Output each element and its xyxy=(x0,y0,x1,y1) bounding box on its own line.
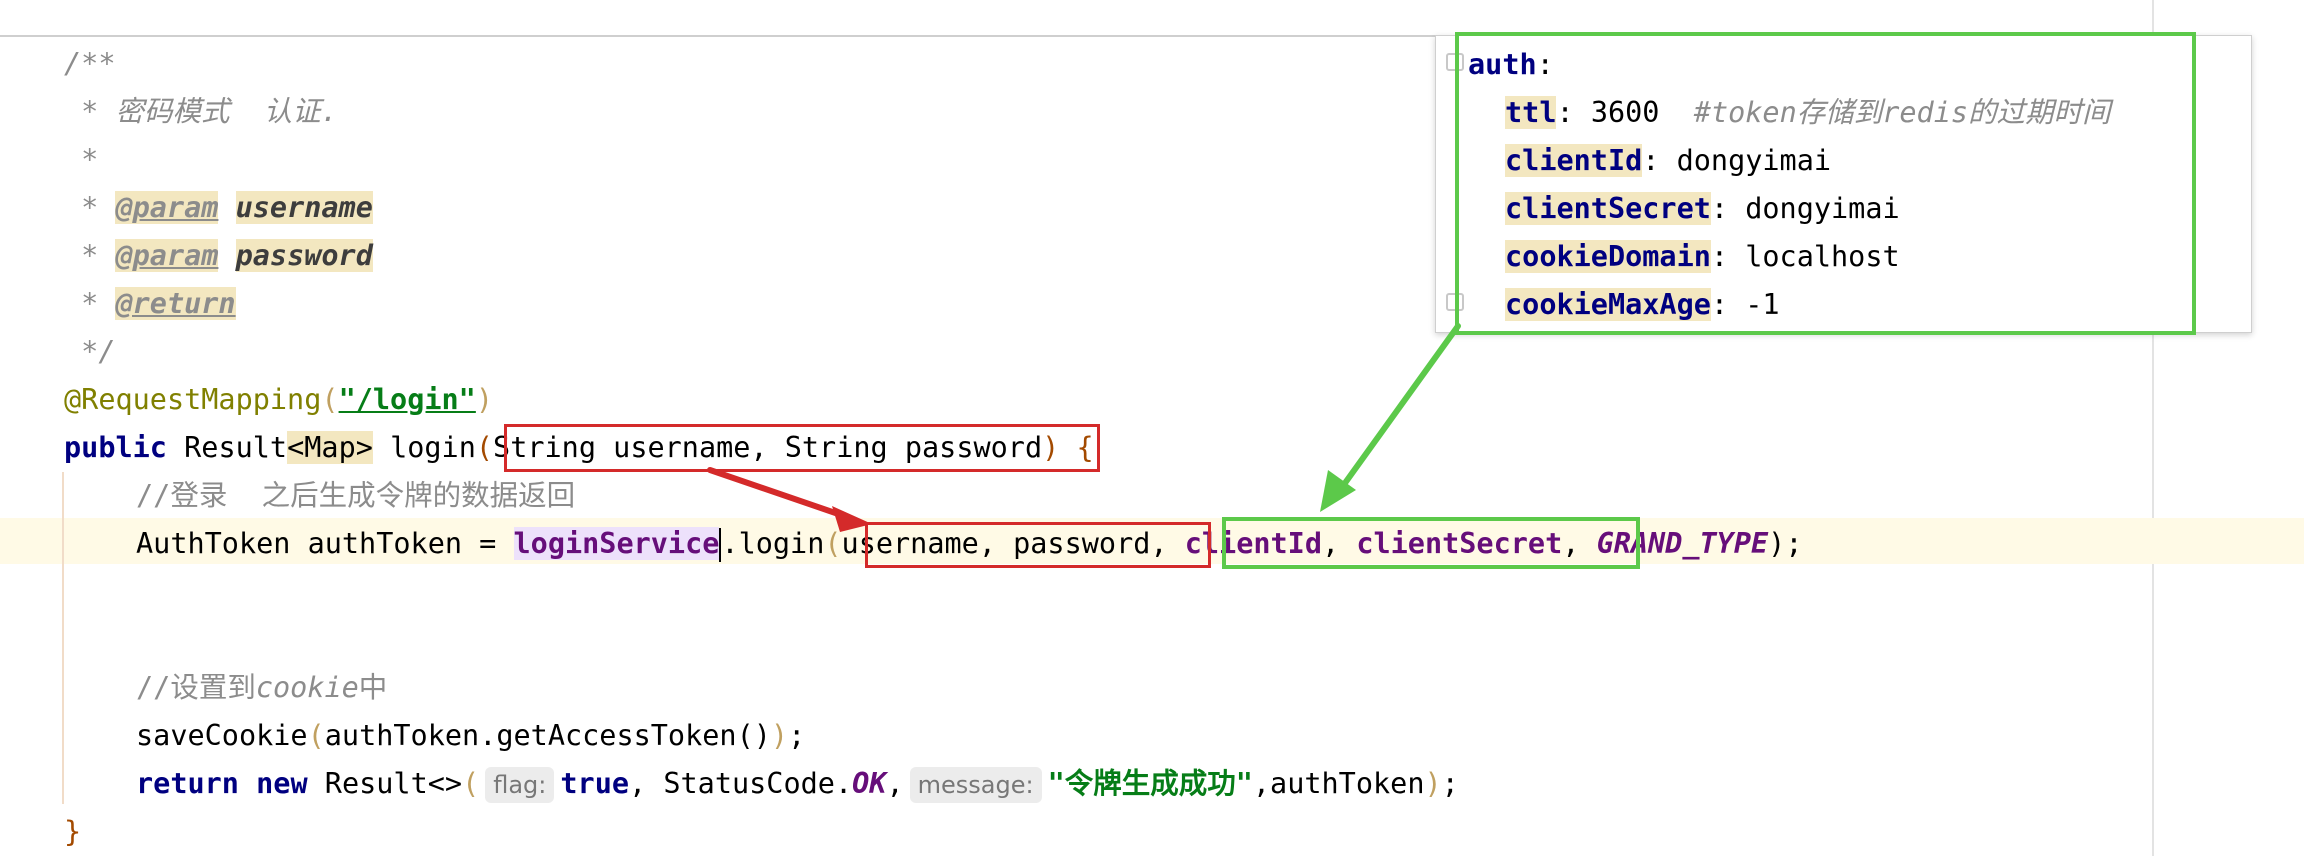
yaml-root-line: auth: xyxy=(1468,48,1554,81)
yaml-entry-cookie-domain: cookieDomain: localhost xyxy=(1505,240,1900,273)
annotation-line: @RequestMapping("/login") xyxy=(64,383,494,416)
green-arrow-head xyxy=(1320,470,1356,512)
editor-top-border xyxy=(0,0,2150,37)
param-tag: @param xyxy=(115,191,219,224)
param-password: password xyxy=(235,239,373,272)
doc-return-line: * @return xyxy=(64,287,236,320)
red-arrow-line xyxy=(707,467,853,521)
param-hint-message: message: xyxy=(909,767,1042,803)
closing-brace: } xyxy=(64,815,82,848)
method-name: login xyxy=(390,431,476,464)
fold-open-icon[interactable] xyxy=(1446,53,1464,71)
doc-param-username-line: * @param username xyxy=(64,191,373,224)
doc-comment-open: /** xyxy=(64,47,116,80)
method-signature-line: public Result<Map> login(String username… xyxy=(64,431,1094,464)
indent-guide xyxy=(62,472,64,804)
return-tag: @return xyxy=(115,287,236,320)
yaml-comment: #token存储到redis的过期时间 xyxy=(1693,96,2111,129)
call-args-credentials: username, password xyxy=(841,527,1151,560)
doc-param-password-line: * @param password xyxy=(64,239,373,272)
green-arrow-line xyxy=(1337,323,1461,493)
save-cookie-line: saveCookie(authToken.getAccessToken()); xyxy=(136,719,806,752)
doc-comment-desc: * 密码模式 认证. xyxy=(64,95,338,128)
doc-comment-blank: * xyxy=(64,143,99,176)
generic-type: Map xyxy=(304,431,356,464)
yaml-root-key: auth xyxy=(1468,48,1537,81)
comment-login: //登录 之后生成令牌的数据返回 xyxy=(136,479,576,512)
method-params: String username, String password xyxy=(493,431,1043,464)
yaml-entry-client-secret: clientSecret: dongyimai xyxy=(1505,192,1900,225)
request-mapping-annotation: @RequestMapping xyxy=(64,383,322,416)
doc-comment-close: */ xyxy=(64,335,116,368)
yaml-entry-client-id: clientId: dongyimai xyxy=(1505,144,1832,177)
yaml-entry-cookie-max-age: cookieMaxAge: -1 xyxy=(1505,288,1780,321)
param-hint-flag: flag: xyxy=(485,767,555,803)
yaml-entry-ttl: ttl: 3600 #token存储到redis的过期时间 xyxy=(1505,96,2111,129)
return-line: return new Result<>(flag: true, StatusCod… xyxy=(136,760,1459,808)
client-secret-arg: clientSecret xyxy=(1356,527,1563,560)
client-id-arg: clientId xyxy=(1184,527,1322,560)
yaml-config-popup: auth: ttl: 3600 #token存储到redis的过期时间 clie… xyxy=(1435,35,2252,333)
fold-close-icon[interactable] xyxy=(1446,293,1464,311)
auth-token-call-line: AuthToken authToken = loginService.login… xyxy=(136,527,1803,562)
mapping-path[interactable]: "/login" xyxy=(339,383,476,416)
login-service-field: loginService xyxy=(513,527,720,560)
grand-type-const: GRAND_TYPE xyxy=(1596,527,1769,560)
param-username: username xyxy=(235,191,373,224)
param-tag: @param xyxy=(115,239,219,272)
comment-cookie: //设置到cookie中 xyxy=(136,671,388,704)
